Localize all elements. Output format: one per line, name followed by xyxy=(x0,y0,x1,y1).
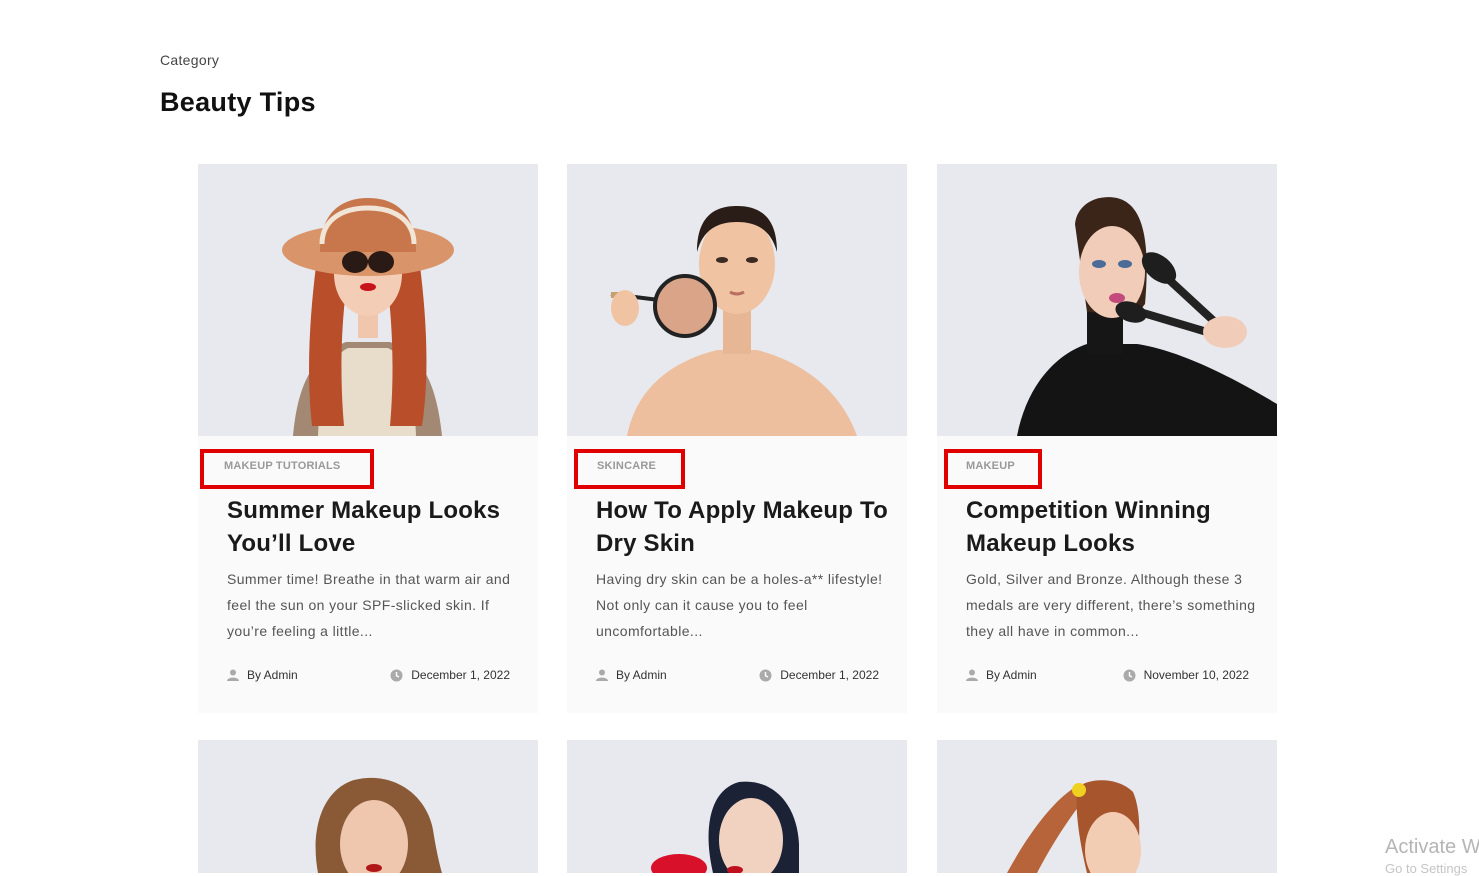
user-icon xyxy=(966,669,978,681)
clock-icon xyxy=(759,669,772,681)
post-title[interactable]: Summer Makeup Looks You’ll Love xyxy=(227,494,527,560)
category-tag[interactable]: SKINCARE xyxy=(597,460,656,472)
user-icon xyxy=(596,669,608,681)
post-image[interactable] xyxy=(937,740,1277,873)
activation-watermark-sub: Go to Settings xyxy=(1385,861,1468,876)
post-title[interactable]: How To Apply Makeup To Dry Skin xyxy=(596,494,896,560)
post-author[interactable]: By Admin xyxy=(596,668,667,682)
post-excerpt: Summer time! Breathe in that warm air an… xyxy=(227,571,511,639)
post-date: December 1, 2022 xyxy=(390,668,510,682)
clock-icon xyxy=(390,669,403,681)
post-excerpt: Having dry skin can be a holes-a** lifes… xyxy=(596,571,883,639)
post-card: SKINCARE How To Apply Makeup To Dry Skin… xyxy=(567,164,907,713)
post-meta: By Admin December 1, 2022 xyxy=(227,666,510,686)
post-meta: By Admin November 10, 2022 xyxy=(966,666,1249,686)
post-title[interactable]: Competition Winning Makeup Looks xyxy=(966,494,1266,560)
category-eyebrow: Category xyxy=(160,52,220,68)
author-name: By Admin xyxy=(616,668,667,682)
date-text: December 1, 2022 xyxy=(411,668,510,682)
post-image[interactable] xyxy=(198,164,538,436)
post-card: MAKEUP Competition Winning Makeup Looks … xyxy=(937,164,1277,713)
post-card: MAKEUP TUTORIALS Summer Makeup Looks You… xyxy=(198,164,538,713)
clock-icon xyxy=(1123,669,1136,681)
post-image[interactable] xyxy=(937,164,1277,436)
category-tag[interactable]: MAKEUP xyxy=(966,460,1015,472)
post-image[interactable] xyxy=(198,740,538,873)
category-tag[interactable]: MAKEUP TUTORIALS xyxy=(224,460,340,472)
post-author[interactable]: By Admin xyxy=(966,668,1037,682)
post-card xyxy=(937,740,1277,873)
post-date: December 1, 2022 xyxy=(759,668,879,682)
post-card xyxy=(198,740,538,873)
user-icon xyxy=(227,669,239,681)
page-title: Beauty Tips xyxy=(160,87,316,117)
page-header: Category Beauty Tips xyxy=(160,52,316,118)
post-image[interactable] xyxy=(567,164,907,436)
author-name: By Admin xyxy=(247,668,298,682)
author-name: By Admin xyxy=(986,668,1037,682)
activation-watermark: Activate W xyxy=(1385,836,1479,858)
post-meta: By Admin December 1, 2022 xyxy=(596,666,879,686)
post-excerpt: Gold, Silver and Bronze. Although these … xyxy=(966,571,1256,639)
post-date: November 10, 2022 xyxy=(1123,668,1249,682)
post-image[interactable] xyxy=(567,740,907,873)
post-author[interactable]: By Admin xyxy=(227,668,298,682)
date-text: December 1, 2022 xyxy=(780,668,879,682)
post-card xyxy=(567,740,907,873)
date-text: November 10, 2022 xyxy=(1143,668,1249,682)
